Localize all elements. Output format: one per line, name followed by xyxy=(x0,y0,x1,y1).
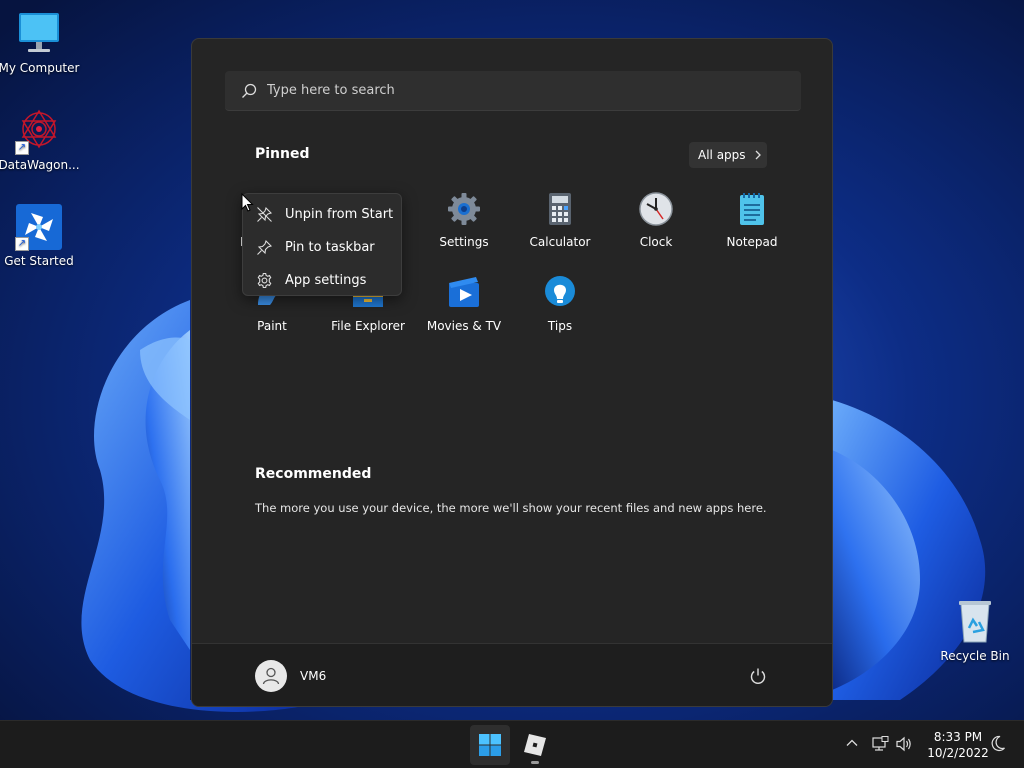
desktop-icon-label: Recycle Bin xyxy=(940,649,1010,663)
pinned-app-context-menu: Unpin from Start Pin to taskbar App sett… xyxy=(242,193,402,296)
menu-item-label: Pin to taskbar xyxy=(285,240,375,255)
pinned-app-label: Clock xyxy=(639,235,673,249)
clock-date: 10/2/2022 xyxy=(927,746,989,760)
menu-item-label: App settings xyxy=(285,273,367,288)
clock-time: 8:33 PM xyxy=(933,730,983,744)
windows-logo-icon xyxy=(479,734,501,756)
pinned-app-tips[interactable]: Tips xyxy=(515,275,605,333)
unpin-icon xyxy=(257,206,273,222)
power-icon[interactable] xyxy=(749,667,767,685)
recommended-empty-message: The more you use your device, the more w… xyxy=(255,501,767,515)
pinned-app-label: Paint xyxy=(257,319,287,333)
shortcut-arrow-icon: ↗ xyxy=(15,237,29,251)
tips-lightbulb-icon xyxy=(542,275,578,311)
all-apps-button[interactable]: All apps xyxy=(689,142,767,168)
shortcut-arrow-icon: ↗ xyxy=(15,141,29,155)
menu-item-app-settings[interactable]: App settings xyxy=(243,264,401,297)
moon-focus-icon[interactable] xyxy=(990,735,1006,753)
running-indicator xyxy=(531,761,539,764)
pinned-app-label: Settings xyxy=(439,235,489,249)
clock-icon xyxy=(638,191,674,227)
datawagon-logo-icon: ↗ xyxy=(15,107,63,155)
gear-icon xyxy=(446,191,482,227)
taskbar-clock[interactable]: 8:33 PM 10/2/2022 xyxy=(920,729,996,761)
search-input[interactable] xyxy=(267,83,767,98)
pinned-app-label: Tips xyxy=(547,319,573,333)
menu-item-unpin-from-start[interactable]: Unpin from Start xyxy=(243,198,401,231)
monitor-icon xyxy=(15,10,63,58)
pinned-app-movies-tv[interactable]: Movies & TV xyxy=(419,275,509,333)
calculator-icon xyxy=(542,191,578,227)
roblox-icon xyxy=(524,734,546,756)
menu-item-pin-to-taskbar[interactable]: Pin to taskbar xyxy=(243,231,401,264)
start-menu: Pinned All apps M xyxy=(191,38,833,707)
recycle-bin-icon xyxy=(951,598,999,646)
pinned-app-notepad[interactable]: Notepad xyxy=(707,191,797,249)
pinned-heading: Pinned xyxy=(255,146,310,162)
menu-item-label: Unpin from Start xyxy=(285,207,394,222)
mouse-cursor-icon xyxy=(241,193,254,212)
network-icon[interactable] xyxy=(871,736,889,752)
taskbar-app-roblox[interactable] xyxy=(515,725,555,765)
notepad-icon xyxy=(734,191,770,227)
recommended-heading: Recommended xyxy=(255,466,372,482)
pinned-app-calculator[interactable]: Calculator xyxy=(515,191,605,249)
movies-tv-icon xyxy=(446,275,482,311)
desktop-icon-recycle-bin[interactable]: Recycle Bin xyxy=(936,598,1014,663)
desktop-icon-my-computer[interactable]: My Computer xyxy=(0,10,80,75)
desktop-icon-get-started[interactable]: ↗ Get Started xyxy=(0,203,78,268)
user-name[interactable]: VM6 xyxy=(300,669,326,683)
user-avatar[interactable] xyxy=(255,660,287,692)
pinned-app-label: Notepad xyxy=(726,235,778,249)
pinned-app-label: Calculator xyxy=(529,235,591,249)
pinned-app-label: Movies & TV xyxy=(426,319,502,333)
gear-icon xyxy=(257,272,272,289)
pinned-app-settings[interactable]: Settings xyxy=(419,191,509,249)
get-started-icon: ↗ xyxy=(15,203,63,251)
taskbar-start-button[interactable] xyxy=(470,725,510,765)
desktop-icon-label: Get Started xyxy=(4,254,74,268)
volume-icon[interactable] xyxy=(895,736,913,752)
chevron-right-icon xyxy=(755,150,761,160)
user-icon xyxy=(262,667,280,685)
search-icon xyxy=(242,83,257,98)
all-apps-label: All apps xyxy=(698,148,746,162)
pin-icon xyxy=(257,239,273,255)
chevron-up-icon[interactable] xyxy=(845,736,859,750)
desktop-icon-label: My Computer xyxy=(0,61,80,75)
start-search-box[interactable] xyxy=(225,71,801,111)
pinned-app-clock[interactable]: Clock xyxy=(611,191,701,249)
taskbar: 8:33 PM 10/2/2022 xyxy=(0,720,1024,768)
pinned-app-label: File Explorer xyxy=(331,319,405,333)
desktop-icon-datawagon[interactable]: ↗ DataWagon... xyxy=(0,107,80,172)
desktop-icon-label: DataWagon... xyxy=(0,158,80,172)
start-menu-footer: VM6 xyxy=(192,643,832,706)
